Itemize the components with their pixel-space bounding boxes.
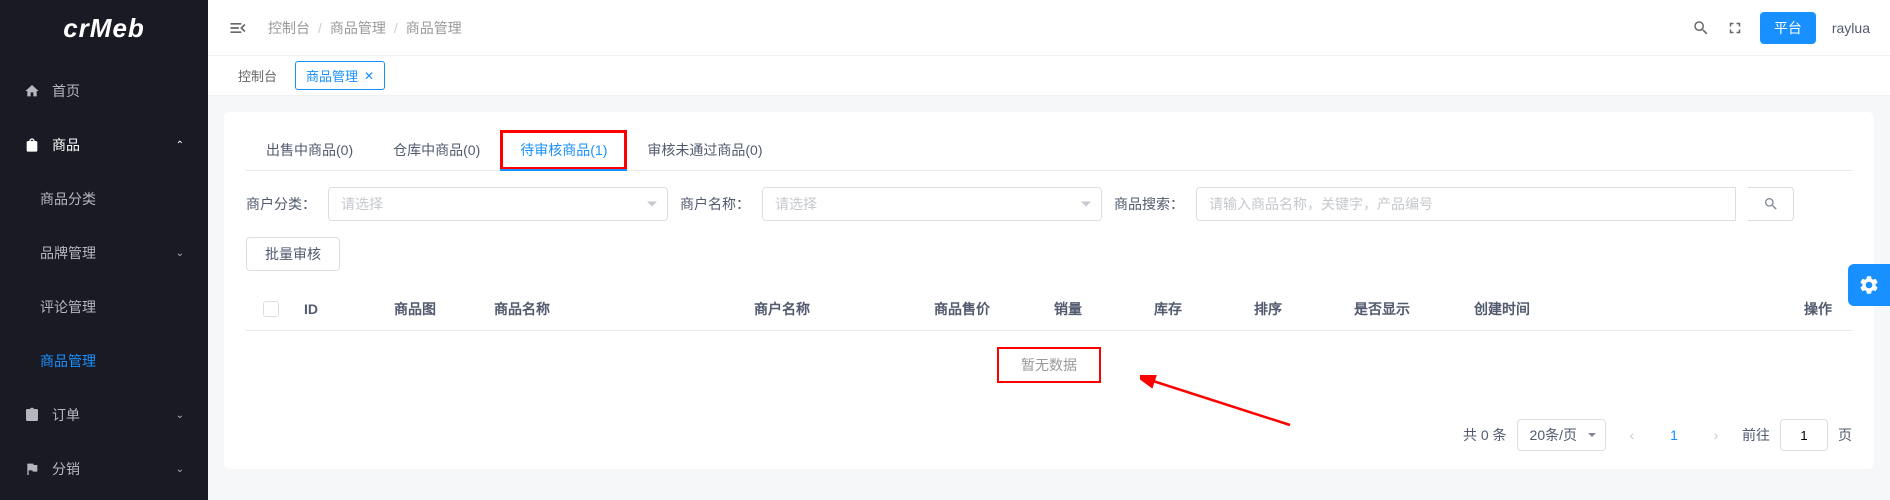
col-merchant: 商户名称 [746, 299, 926, 319]
batch-review-button[interactable]: 批量审核 [246, 237, 340, 271]
sidebar-item-label: 订单 [52, 405, 176, 425]
fullscreen-icon[interactable] [1726, 19, 1744, 37]
sidebar-subitem-label: 品牌管理 [40, 243, 96, 263]
sidebar-subitem-review[interactable]: 评论管理 [0, 280, 208, 334]
sidebar-subitem-label: 商品分类 [40, 189, 96, 209]
filter-name-select[interactable]: 请选择 [762, 187, 1102, 221]
main: 控制台 / 商品管理 / 商品管理 平台 raylua 控制台 [208, 0, 1890, 500]
col-id: ID [296, 301, 386, 317]
sidebar-subitem-brand[interactable]: 品牌管理 ⌄ [0, 226, 208, 280]
sidebar-item-label: 分销 [52, 459, 176, 479]
header-right: 平台 raylua [1692, 12, 1870, 44]
breadcrumb: 控制台 / 商品管理 / 商品管理 [268, 18, 462, 38]
chevron-up-icon: ⌃ [176, 140, 184, 151]
clipboard-icon [24, 407, 40, 423]
tabbar: 控制台 商品管理 ✕ [208, 56, 1890, 96]
select-all-checkbox[interactable] [263, 301, 279, 317]
search-icon[interactable] [1692, 19, 1710, 37]
sidebar-item-product[interactable]: 商品 ⌃ [0, 118, 208, 172]
select-placeholder: 请选择 [775, 194, 817, 214]
filter-row: 商户分类： 请选择 商户名称： 请选择 商品搜索： [246, 187, 1852, 221]
filter-search-input[interactable] [1196, 187, 1736, 221]
select-placeholder: 请选择 [341, 194, 383, 214]
page-number[interactable]: 1 [1658, 419, 1690, 451]
breadcrumb-separator: / [394, 20, 398, 36]
col-name: 商品名称 [486, 299, 746, 319]
sidebar-item-distribution[interactable]: 分销 ⌄ [0, 442, 208, 496]
bag-icon [24, 137, 40, 153]
chevron-down-icon: ⌄ [176, 248, 184, 259]
breadcrumb-item[interactable]: 控制台 [268, 18, 310, 38]
col-created: 创建时间 [1466, 299, 1666, 319]
goto-suffix: 页 [1838, 425, 1852, 445]
menu: 首页 商品 ⌃ 商品分类 品牌管理 ⌄ 评论管理 商品管理 [0, 56, 208, 500]
content: 出售中商品(0) 仓库中商品(0) 待审核商品(1) 审核未通过商品(0) 商户… [208, 96, 1890, 500]
breadcrumb-item: 商品管理 [406, 18, 462, 38]
sidebar-subitem-label: 商品管理 [40, 351, 96, 371]
inner-tab-pending[interactable]: 待审核商品(1) [500, 130, 627, 170]
logo: crMeb [0, 0, 208, 56]
col-image: 商品图 [386, 299, 486, 319]
sidebar-subitem-label: 评论管理 [40, 297, 96, 317]
sidebar-item-home[interactable]: 首页 [0, 64, 208, 118]
gear-icon [1858, 274, 1880, 296]
menu-collapse-icon[interactable] [228, 18, 248, 38]
col-price: 商品售价 [926, 299, 1046, 319]
breadcrumb-item[interactable]: 商品管理 [330, 18, 386, 38]
filter-category-label: 商户分类： [246, 194, 316, 214]
filter-search-label: 商品搜索： [1114, 194, 1184, 214]
flag-icon [24, 461, 40, 477]
chevron-down-icon: ⌄ [176, 410, 184, 421]
goto-page-input[interactable] [1780, 419, 1828, 451]
empty-text: 暂无数据 [997, 347, 1101, 383]
sidebar-item-label: 商品 [52, 135, 176, 155]
table: ID 商品图 商品名称 商户名称 商品售价 销量 库存 排序 是否显示 创建时间… [246, 287, 1852, 399]
tab-label: 控制台 [238, 66, 277, 85]
col-visible: 是否显示 [1346, 299, 1466, 319]
tab-console[interactable]: 控制台 [228, 62, 287, 89]
sidebar-item-order[interactable]: 订单 ⌄ [0, 388, 208, 442]
filter-category-select[interactable]: 请选择 [328, 187, 668, 221]
col-sort: 排序 [1246, 299, 1346, 319]
next-page-button[interactable]: › [1700, 419, 1732, 451]
table-header: ID 商品图 商品名称 商户名称 商品售价 销量 库存 排序 是否显示 创建时间… [246, 287, 1852, 331]
chevron-down-icon: ⌄ [176, 464, 184, 475]
prev-page-button[interactable]: ‹ [1616, 419, 1648, 451]
sidebar-item-label: 首页 [52, 81, 184, 101]
tab-product-manage[interactable]: 商品管理 ✕ [295, 61, 385, 90]
username[interactable]: raylua [1832, 20, 1870, 36]
inner-tabs: 出售中商品(0) 仓库中商品(0) 待审核商品(1) 审核未通过商品(0) [246, 130, 1852, 171]
empty-state: 暂无数据 [246, 331, 1852, 399]
col-sales: 销量 [1046, 299, 1146, 319]
sidebar-subitem-product-manage[interactable]: 商品管理 [0, 334, 208, 388]
breadcrumb-separator: / [318, 20, 322, 36]
tab-label: 商品管理 [306, 66, 358, 85]
settings-float-button[interactable] [1848, 264, 1890, 306]
inner-tab-warehouse[interactable]: 仓库中商品(0) [373, 130, 500, 170]
close-icon[interactable]: ✕ [364, 69, 374, 83]
col-stock: 库存 [1146, 299, 1246, 319]
pagination: 共 0 条 20条/页 ‹ 1 › 前往 页 [246, 419, 1852, 451]
header: 控制台 / 商品管理 / 商品管理 平台 raylua [208, 0, 1890, 56]
col-action: 操作 [1666, 299, 1852, 319]
filter-name-label: 商户名称： [680, 194, 750, 214]
goto-label: 前往 [1742, 425, 1770, 445]
page-size-select[interactable]: 20条/页 [1517, 419, 1606, 451]
inner-tab-onsale[interactable]: 出售中商品(0) [246, 130, 373, 170]
sidebar-subitem-category[interactable]: 商品分类 [0, 172, 208, 226]
inner-tab-rejected[interactable]: 审核未通过商品(0) [627, 130, 782, 170]
home-icon [24, 83, 40, 99]
sidebar: crMeb 首页 商品 ⌃ 商品分类 品牌管理 ⌄ [0, 0, 208, 500]
search-button[interactable] [1748, 187, 1794, 221]
platform-button[interactable]: 平台 [1760, 12, 1816, 44]
total-text: 共 0 条 [1463, 425, 1507, 445]
card: 出售中商品(0) 仓库中商品(0) 待审核商品(1) 审核未通过商品(0) 商户… [224, 112, 1874, 469]
